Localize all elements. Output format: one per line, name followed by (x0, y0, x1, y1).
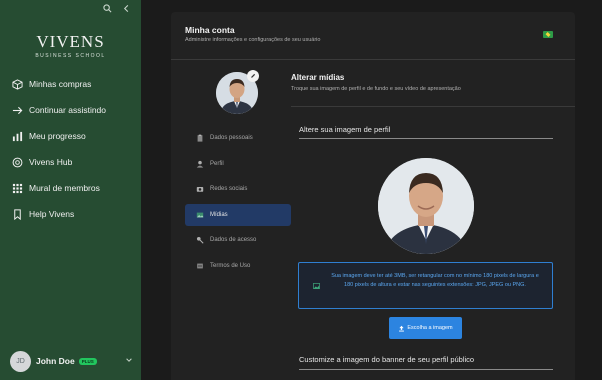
sidebar-item-help-vivens[interactable]: Help Vivens (0, 201, 141, 227)
profile-image-divider (299, 138, 553, 139)
collapse-sidebar-icon[interactable] (122, 4, 131, 16)
pencil-icon (251, 73, 256, 78)
user-menu[interactable]: JD John Doe PLUS (10, 350, 135, 372)
tab-midias[interactable]: Mídias (185, 203, 291, 226)
tab-label: Perfil (210, 160, 224, 167)
sidebar-item-label: Continuar assistindo (29, 105, 107, 115)
document-icon (195, 262, 204, 270)
banner-image-heading: Customize a imagem do banner de seu perf… (299, 355, 475, 364)
sidebar-item-label: Help Vivens (29, 209, 75, 219)
image-icon (195, 211, 204, 219)
banner-image-divider (299, 369, 553, 370)
tab-dados-de-acesso[interactable]: Dados de acesso (185, 229, 291, 251)
grid-icon (12, 183, 23, 194)
tab-label: Redes sociais (210, 186, 248, 193)
tab-label: Dados de acesso (210, 237, 257, 244)
choose-image-button[interactable]: Escolha a imagem (389, 317, 462, 339)
vivens-logo[interactable]: VIVENS BUSINESS SCHOOL (0, 32, 141, 59)
profile-image-heading: Altere sua imagem de perfil (299, 125, 391, 134)
section-subtitle: Troque sua imagem de perfil e de fundo e… (291, 86, 461, 92)
tab-redes-sociais[interactable]: Redes sociais (185, 178, 291, 200)
camera-icon (195, 185, 204, 193)
tab-label: Termos de Uso (210, 262, 251, 269)
account-card: Minha conta Administre informações e con… (171, 12, 575, 380)
sidebar-item-vivens-hub[interactable]: Vivens Hub (0, 149, 141, 175)
image-icon (313, 283, 320, 289)
sidebar-item-meu-progresso[interactable]: Meu progresso (0, 123, 141, 149)
section-title: Alterar mídias (291, 73, 345, 82)
sidebar-item-label: Vivens Hub (29, 157, 73, 167)
sidebar-item-mural-de-membros[interactable]: Mural de membros (0, 175, 141, 201)
compass-icon (12, 157, 23, 168)
page-scrollbar[interactable] (597, 0, 602, 380)
sidebar-item-minhas-compras[interactable]: Minhas compras (0, 71, 141, 97)
profile-image-preview (378, 158, 474, 254)
tab-termos-de-uso[interactable]: Termos de Uso (185, 255, 291, 277)
choose-image-label: Escolha a imagem (407, 325, 453, 331)
sidebar-item-label: Mural de membros (29, 183, 100, 193)
logo-subtitle: BUSINESS SCHOOL (35, 53, 106, 59)
page-subtitle: Administre informações e configurações d… (185, 37, 321, 43)
tab-dados-pessoais[interactable]: Dados pessoais (185, 127, 291, 149)
logo-title: VIVENS (36, 32, 105, 51)
sidebar-item-label: Meu progresso (29, 131, 86, 141)
account-submenu: Dados pessoais Perfil Redes sociais Mídi… (185, 127, 291, 281)
image-requirements-alert: Sua imagem deve ter até 3MB, ser retangu… (298, 262, 553, 309)
sidebar: VIVENS BUSINESS SCHOOL Minhas compras Co… (0, 0, 141, 380)
upload-icon (399, 325, 405, 332)
section-divider (291, 106, 575, 107)
sidebar-item-continuar-assistindo[interactable]: Continuar assistindo (0, 97, 141, 123)
tab-label: Dados pessoais (210, 135, 253, 141)
arrow-right-icon (12, 105, 23, 116)
tab-perfil[interactable]: Perfil (185, 153, 291, 175)
box-icon (12, 78, 23, 90)
brazil-flag-icon[interactable] (543, 31, 553, 38)
bookmark-icon (12, 208, 23, 220)
search-icon[interactable] (103, 4, 112, 16)
tab-label: Mídias (210, 211, 228, 218)
sidebar-top-icons (103, 4, 131, 16)
image-requirements-text: Sua imagem deve ter até 3MB, ser retangu… (331, 273, 539, 288)
sidebar-item-label: Minhas compras (29, 79, 92, 89)
edit-avatar-button[interactable] (247, 70, 259, 82)
key-icon (195, 236, 204, 244)
chevron-down-icon[interactable] (125, 356, 133, 366)
clipboard-icon (195, 134, 204, 142)
page-title: Minha conta (185, 25, 235, 35)
header-divider (171, 59, 575, 60)
bar-chart-icon (12, 131, 23, 142)
user-icon (195, 160, 204, 168)
avatar: JD (10, 350, 31, 372)
plan-badge: PLUS (78, 357, 97, 365)
user-name: John Doe (36, 356, 75, 366)
sidebar-menu: Minhas compras Continuar assistindo Meu … (0, 71, 141, 227)
